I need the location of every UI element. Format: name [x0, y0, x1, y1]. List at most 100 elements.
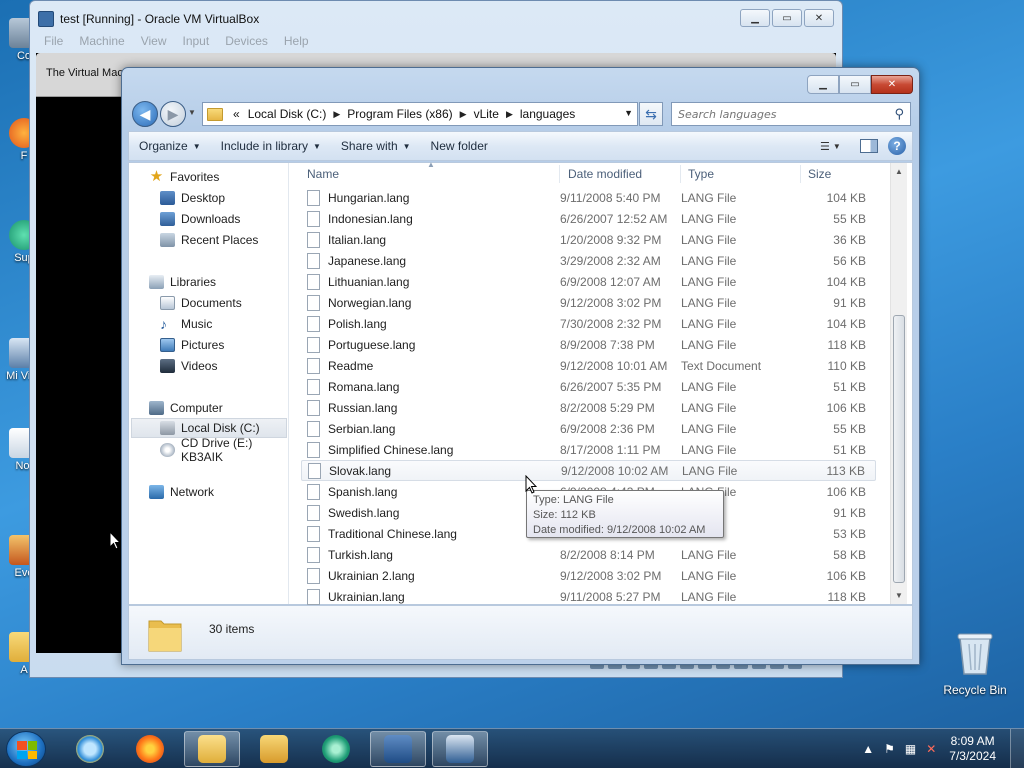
column-divider[interactable]: [680, 165, 681, 183]
clock[interactable]: 8:09 AM 7/3/2024: [949, 734, 996, 764]
search-box[interactable]: ⚲: [671, 102, 911, 126]
scrollbar-thumb[interactable]: [893, 315, 905, 583]
taskbar-internet-explorer[interactable]: [62, 731, 118, 767]
show-desktop-button[interactable]: [1010, 729, 1024, 768]
nav-network[interactable]: Network: [149, 482, 214, 502]
nav-local-disk[interactable]: Local Disk (C:): [131, 418, 287, 438]
breadcrumb-overflow[interactable]: «: [229, 107, 244, 121]
minimize-button[interactable]: ▁: [740, 9, 770, 27]
include-in-library-label: Include in library: [220, 139, 308, 153]
file-row[interactable]: Serbian.lang 6/9/2008 2:36 PM LANG File 55 …: [301, 418, 876, 439]
show-hidden-icons-icon[interactable]: ▲: [862, 742, 874, 756]
documents-icon: [160, 296, 175, 310]
minimize-button[interactable]: ▁: [807, 75, 839, 94]
file-row[interactable]: Hungarian.lang 9/11/2008 5:40 PM LANG File…: [301, 187, 876, 208]
breadcrumb-local-disk[interactable]: Local Disk (C:): [244, 107, 331, 121]
network-tray-icon[interactable]: ▦: [905, 742, 916, 756]
close-button[interactable]: ✕: [804, 9, 834, 27]
desktop-icon-recycle-bin[interactable]: Recycle Bin: [940, 630, 1010, 697]
chevron-right-icon[interactable]: ▶: [330, 109, 343, 120]
new-folder-button[interactable]: New folder: [421, 139, 498, 153]
menu-machine[interactable]: Machine: [71, 33, 132, 49]
file-row[interactable]: Portuguese.lang 8/9/2008 7:38 PM LANG File…: [301, 334, 876, 355]
taskbar-vlite[interactable]: [432, 731, 488, 767]
action-center-flag-icon[interactable]: ⚑: [884, 742, 895, 756]
start-button[interactable]: [6, 731, 46, 767]
maximize-button[interactable]: ▭: [772, 9, 802, 27]
scroll-up-icon[interactable]: ▲: [895, 167, 903, 176]
file-row[interactable]: Simplified Chinese.lang 8/17/2008 1:11 PM…: [301, 439, 876, 460]
nav-libraries[interactable]: Libraries: [149, 272, 216, 292]
chevron-down-icon: ▼: [832, 141, 841, 151]
breadcrumb-languages[interactable]: languages: [516, 107, 579, 121]
nav-music[interactable]: ♪ Music: [160, 314, 212, 334]
nav-videos[interactable]: Videos: [160, 356, 217, 376]
file-tooltip: Type: LANG File Size: 112 KB Date modifi…: [526, 490, 724, 538]
search-icon[interactable]: ⚲: [894, 106, 904, 122]
taskbar-app-green[interactable]: [308, 731, 364, 767]
file-row[interactable]: Ukrainian.lang 9/11/2008 5:27 PM LANG File…: [301, 586, 876, 607]
column-divider[interactable]: [800, 165, 801, 183]
nav-pictures[interactable]: Pictures: [160, 335, 224, 355]
file-row[interactable]: Lithuanian.lang 6/9/2008 12:07 AM LANG Fil…: [301, 271, 876, 292]
chevron-right-icon[interactable]: ▶: [503, 109, 516, 120]
nav-downloads[interactable]: Downloads: [160, 209, 240, 229]
preview-pane-button[interactable]: [860, 139, 878, 153]
file-row[interactable]: Turkish.lang 8/2/2008 8:14 PM LANG File 58 …: [301, 544, 876, 565]
file-row[interactable]: Italian.lang 1/20/2008 9:32 PM LANG File 36…: [301, 229, 876, 250]
menu-view[interactable]: View: [133, 33, 175, 49]
file-name: Indonesian.lang: [328, 211, 413, 226]
chevron-right-icon[interactable]: ▶: [457, 109, 470, 120]
scroll-down-icon[interactable]: ▼: [895, 591, 903, 600]
search-input[interactable]: [678, 104, 878, 124]
breadcrumb-vlite[interactable]: vLite: [470, 107, 503, 121]
column-header-type[interactable]: Type: [688, 167, 714, 187]
help-button[interactable]: ?: [888, 137, 906, 155]
menu-input[interactable]: Input: [175, 33, 218, 49]
close-button[interactable]: ✕: [871, 75, 913, 94]
nav-computer[interactable]: Computer: [149, 398, 223, 418]
menu-help[interactable]: Help: [276, 33, 317, 49]
maximize-button[interactable]: ▭: [839, 75, 871, 94]
taskbar-media-player[interactable]: [246, 731, 302, 767]
recent-pages-dropdown-icon[interactable]: ▼: [188, 108, 196, 117]
file-row[interactable]: Japanese.lang 3/29/2008 2:32 AM LANG File 5…: [301, 250, 876, 271]
file-row[interactable]: Slovak.lang 9/12/2008 10:02 AM LANG File 11…: [301, 460, 876, 481]
forward-button[interactable]: ▶: [160, 101, 186, 127]
taskbar-virtualbox[interactable]: [370, 731, 426, 767]
taskbar-explorer[interactable]: [184, 731, 240, 767]
menu-devices[interactable]: Devices: [217, 33, 276, 49]
taskbar-firefox[interactable]: [122, 731, 178, 767]
file-row[interactable]: Romana.lang 6/26/2007 5:35 PM LANG File 51 …: [301, 376, 876, 397]
breadcrumb-program-files[interactable]: Program Files (x86): [343, 107, 456, 121]
column-header-size[interactable]: Size: [808, 167, 831, 187]
share-with-button[interactable]: Share with ▼: [331, 139, 421, 153]
column-divider[interactable]: [559, 165, 560, 183]
file-row[interactable]: Readme 9/12/2008 10:01 AM Text Document 110…: [301, 355, 876, 376]
address-bar[interactable]: « Local Disk (C:) ▶ Program Files (x86) …: [202, 102, 638, 126]
file-row[interactable]: Ukrainian 2.lang 9/12/2008 3:02 PM LANG Fi…: [301, 565, 876, 586]
file-row[interactable]: Norwegian.lang 9/12/2008 3:02 PM LANG File…: [301, 292, 876, 313]
nav-favorites[interactable]: ★ Favorites: [149, 167, 220, 187]
volume-muted-icon[interactable]: ✕: [926, 742, 936, 756]
nav-documents[interactable]: Documents: [160, 293, 242, 313]
change-view-button[interactable]: ☰ ▼: [820, 136, 850, 156]
vertical-scrollbar[interactable]: ▲ ▼: [890, 163, 907, 604]
address-dropdown-icon[interactable]: ▼: [624, 108, 633, 118]
file-row[interactable]: Indonesian.lang 6/26/2007 12:52 AM LANG Fi…: [301, 208, 876, 229]
file-date: 6/26/2007 5:35 PM: [560, 379, 662, 394]
back-button[interactable]: ◀: [132, 101, 158, 127]
file-row[interactable]: Polish.lang 7/30/2008 2:32 PM LANG File 104…: [301, 313, 876, 334]
file-row[interactable]: Russian.lang 8/2/2008 5:29 PM LANG File 106…: [301, 397, 876, 418]
nav-desktop[interactable]: Desktop: [160, 188, 225, 208]
column-header-date[interactable]: Date modified: [568, 167, 642, 187]
organize-button[interactable]: Organize ▼: [129, 139, 211, 153]
nav-recent-places[interactable]: Recent Places: [160, 230, 258, 250]
menu-file[interactable]: File: [36, 33, 71, 49]
nav-cd-drive[interactable]: CD Drive (E:) KB3AIK: [160, 436, 288, 464]
folder-icon: [148, 620, 182, 652]
column-header-name[interactable]: Name: [307, 167, 339, 187]
include-in-library-button[interactable]: Include in library ▼: [211, 139, 331, 153]
file-icon: [307, 273, 320, 290]
refresh-button[interactable]: ⇆: [639, 102, 663, 126]
